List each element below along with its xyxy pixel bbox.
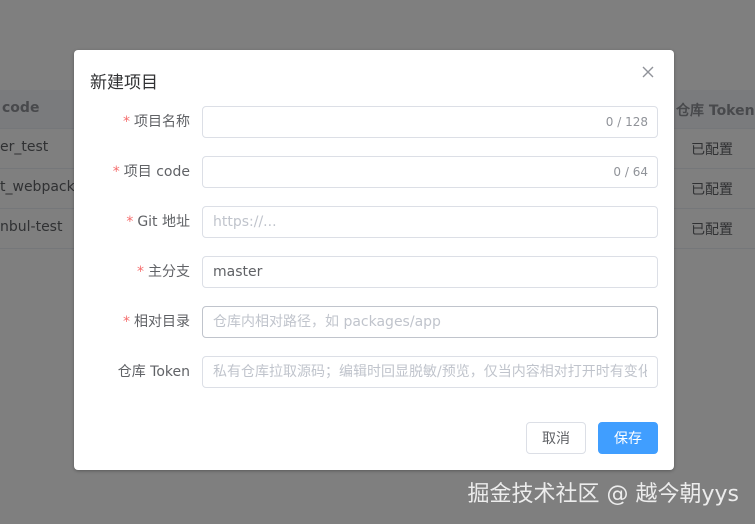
char-counter: 0 / 128	[605, 115, 648, 129]
field-label: * 项目名称	[74, 106, 190, 138]
label-text: Git 地址	[137, 214, 190, 230]
label-text: 项目名称	[134, 114, 190, 130]
git-url-input[interactable]	[202, 206, 658, 238]
label-text: 相对目录	[134, 314, 190, 330]
label-text: 主分支	[148, 264, 190, 280]
field-label: * Git 地址	[74, 206, 190, 238]
watermark-text: 掘金技术社区 @ 越今朝yys	[467, 482, 740, 507]
dialog-title: 新建项目	[90, 73, 158, 93]
project-name-input[interactable]	[202, 106, 658, 138]
field-git-url: * Git 地址	[74, 206, 674, 238]
field-repo-token: 仓库 Token	[74, 356, 674, 388]
label-text: 项目 code	[123, 164, 190, 180]
required-mark: *	[137, 264, 144, 280]
field-label: 仓库 Token	[117, 364, 190, 380]
main-branch-input[interactable]	[202, 256, 658, 288]
required-mark: *	[126, 214, 134, 230]
field-main-branch: * 主分支	[74, 256, 674, 288]
repo-token-input[interactable]	[202, 356, 658, 388]
relative-dir-input[interactable]	[202, 306, 658, 338]
save-button[interactable]: 保存	[598, 422, 658, 454]
field-project-name: * 项目名称 0 / 128	[74, 106, 674, 138]
required-mark: *	[123, 114, 130, 130]
cancel-button[interactable]: 取消	[526, 422, 586, 454]
field-relative-dir: * 相对目录	[74, 306, 674, 338]
field-project-code: * 项目 code 0 / 64	[74, 156, 674, 188]
field-label: * 相对目录	[74, 306, 190, 338]
project-code-input[interactable]	[202, 156, 658, 188]
field-label: * 项目 code	[74, 156, 190, 188]
new-project-dialog: 新建项目 * 项目名称 0 / 128 * 项目 code 0 / 64 * Git …	[74, 50, 674, 470]
char-counter: 0 / 64	[613, 165, 648, 179]
field-label: * 主分支	[74, 256, 190, 288]
required-mark: *	[123, 314, 130, 330]
required-mark: *	[112, 164, 120, 180]
close-icon[interactable]	[640, 64, 656, 80]
